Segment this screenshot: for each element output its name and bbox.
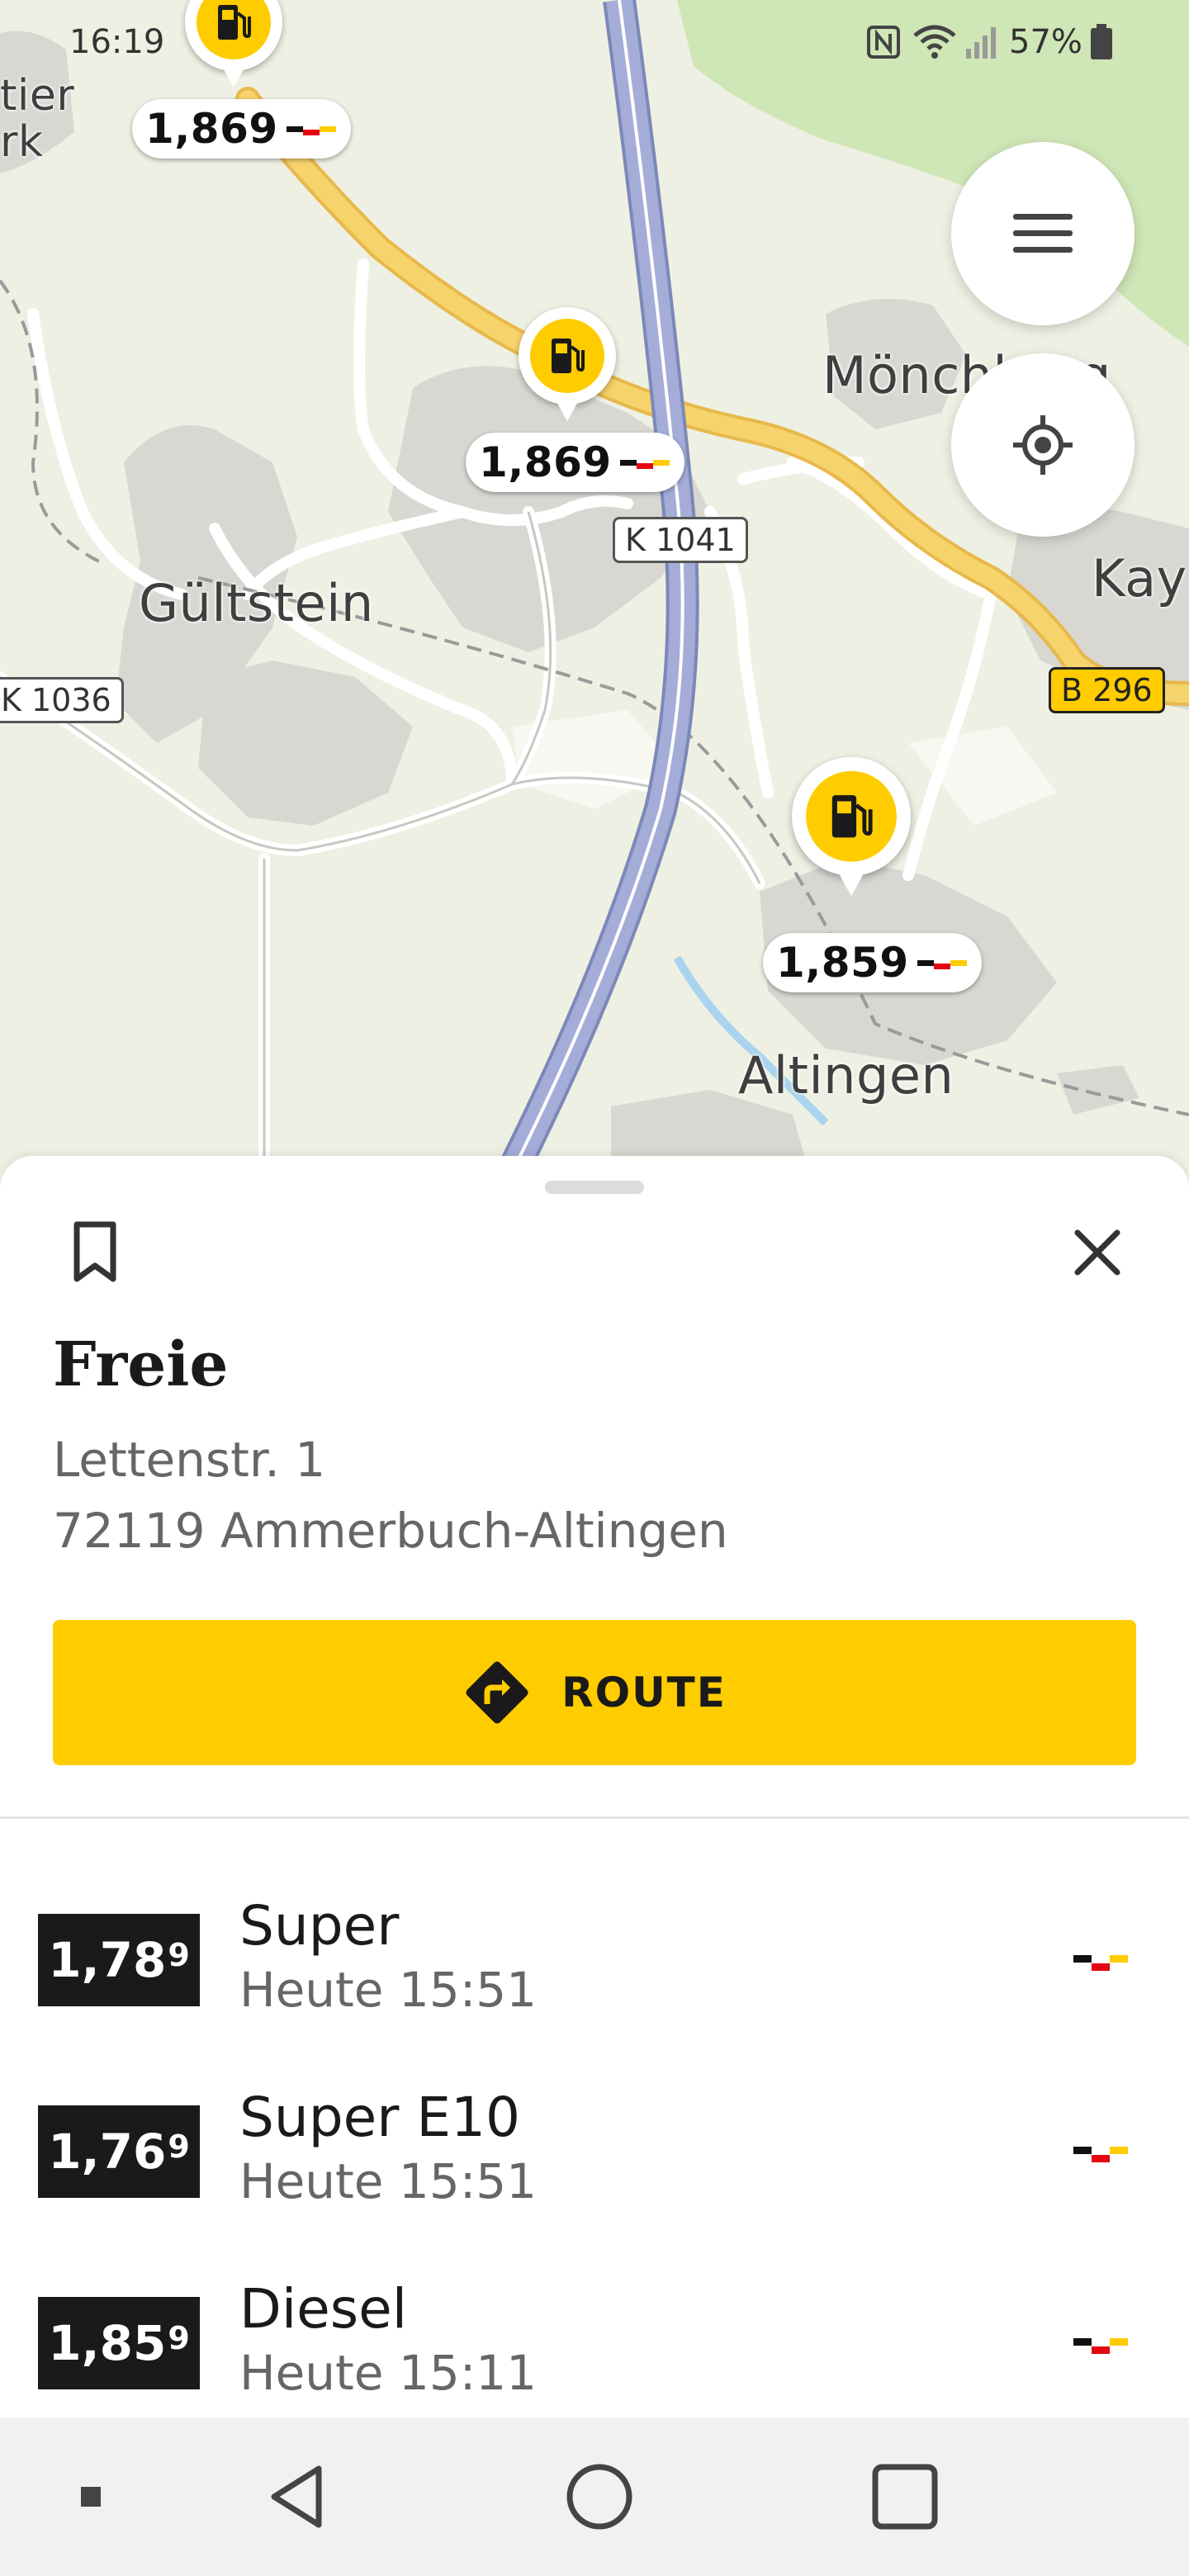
bookmark-button[interactable] [58, 1215, 132, 1290]
fuel-type-name: Super E10 [239, 2086, 521, 2149]
price-marker[interactable]: 1,869 [132, 99, 351, 159]
hamburger-menu-icon [1013, 214, 1073, 253]
locate-me-button[interactable] [951, 353, 1135, 537]
sheet-divider [0, 1816, 1189, 1819]
wifi-icon [913, 25, 956, 59]
fuel-price-decimal: 9 [168, 1937, 190, 1973]
fuel-type-name: Diesel [239, 2277, 408, 2341]
map-label-altingen: Altingen [738, 1045, 955, 1106]
fuel-price-badge: 1,76 9 [38, 2105, 200, 2198]
selected-station-pin[interactable] [786, 751, 917, 902]
flag-icon [1073, 2147, 1128, 2162]
fuel-pump-icon [831, 795, 873, 838]
flag-icon [619, 457, 670, 469]
battery-icon [1090, 24, 1112, 59]
fuel-pump-icon [218, 5, 251, 40]
fuel-price-main: 1,85 [48, 2315, 167, 2371]
fuel-price-main: 1,76 [48, 2124, 167, 2180]
fuel-type-name: Super [239, 1894, 400, 1958]
road-tag-b296: B 296 [1049, 667, 1165, 713]
station-details-sheet[interactable]: Freie Lettenstr. 1 72119 Ammerbuch-Altin… [0, 1156, 1189, 2419]
status-time: 16:19 [69, 23, 165, 61]
flag-icon [1073, 1955, 1128, 1971]
square-dot-icon [81, 2487, 101, 2507]
close-icon [1074, 1229, 1120, 1276]
fuel-price-badge: 1,85 9 [38, 2297, 200, 2389]
station-pin[interactable] [180, 0, 287, 92]
fuel-price-decimal: 9 [168, 2129, 190, 2165]
signal-icon [966, 27, 996, 59]
station-street: Lettenstr. 1 [53, 1432, 326, 1488]
fuel-update-time: Heute 15:11 [239, 2345, 538, 2401]
price-marker[interactable]: 1,859 [763, 933, 982, 992]
fuel-update-time: Heute 15:51 [239, 1962, 538, 2018]
nav-dot-button[interactable] [58, 2464, 124, 2530]
locate-me-icon [1013, 415, 1073, 475]
status-icons: 57% [865, 23, 1114, 61]
map-label-gueltstein: Gültstein [139, 573, 374, 633]
home-circle-icon [566, 2464, 632, 2530]
battery-percent: 57% [1009, 23, 1082, 61]
nfc-icon [867, 26, 900, 59]
station-pin[interactable] [514, 302, 621, 426]
fuel-price-decimal: 9 [168, 2320, 190, 2356]
bookmark-icon [73, 1221, 116, 1282]
menu-button[interactable] [951, 142, 1135, 325]
map-label-partial-2: rk [0, 117, 44, 167]
close-button[interactable] [1060, 1215, 1135, 1290]
nav-recents-button[interactable] [855, 2451, 955, 2543]
station-name: Freie [53, 1329, 229, 1400]
nav-home-button[interactable] [550, 2451, 649, 2543]
system-navigation-bar [0, 2417, 1189, 2576]
map-label-partial-1: tier [0, 71, 75, 121]
route-directions-icon [466, 1661, 528, 1724]
map-label-kayh: Kay [1092, 548, 1187, 608]
road-tag-k1041: K 1041 [613, 517, 748, 563]
price-marker-value: 1,869 [479, 438, 612, 486]
flag-icon [917, 957, 967, 969]
flag-icon [1073, 2338, 1128, 2354]
fuel-pump-icon [552, 339, 585, 373]
fuel-price-badge: 1,78 9 [38, 1914, 200, 2006]
flag-icon [286, 123, 336, 135]
route-button-label: ROUTE [561, 1669, 727, 1717]
back-triangle-icon [271, 2465, 322, 2528]
fuel-update-time: Heute 15:51 [239, 2153, 538, 2209]
nav-back-button[interactable] [248, 2451, 347, 2543]
route-button[interactable]: ROUTE [53, 1620, 1136, 1765]
price-marker[interactable]: 1,869 [466, 433, 685, 492]
station-city: 72119 Ammerbuch-Altingen [53, 1503, 728, 1559]
recents-square-icon [872, 2464, 938, 2530]
fuel-price-row[interactable]: 1,78 9 Super Heute 15:51 [0, 1881, 1189, 2062]
fuel-price-row[interactable]: 1,76 9 Super E10 Heute 15:51 [0, 2072, 1189, 2254]
road-tag-k1036: K 1036 [0, 677, 124, 723]
price-marker-value: 1,859 [776, 939, 909, 987]
fuel-price-main: 1,78 [48, 1932, 167, 1988]
map-view[interactable]: 16:19 57% tier rk Gültstein Mönchberg Ka… [0, 0, 1189, 1172]
sheet-drag-handle[interactable] [545, 1181, 644, 1194]
price-marker-value: 1,869 [145, 105, 278, 153]
